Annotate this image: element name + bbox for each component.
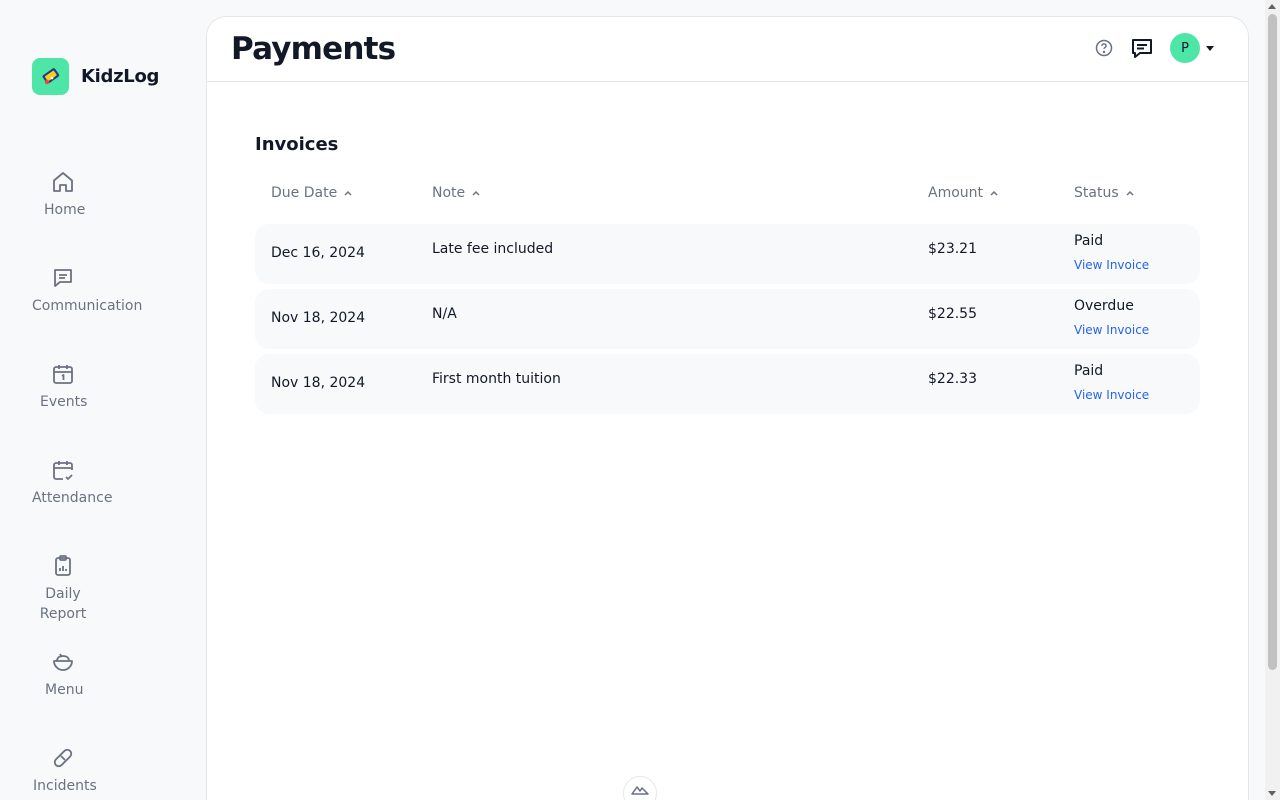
status-cell: Paid [1074,363,1104,379]
invoices-title: Invoices [255,134,339,155]
amount-cell: $22.55 [928,306,977,322]
sidebar-item-communication[interactable]: Communication [0,266,207,316]
column-label: Amount [928,185,984,201]
sidebar-item-home[interactable]: Home [0,170,207,220]
user-menu[interactable]: P [1170,33,1214,63]
page-header: Payments P [207,17,1248,82]
status-cell: Overdue [1074,298,1134,314]
due-date-cell: Dec 16, 2024 [271,245,365,261]
scroll-thumb[interactable] [1268,14,1277,670]
chevron-up-icon [1126,190,1134,196]
amount-cell: $23.21 [928,241,977,257]
sidebar-item-menu[interactable]: Menu [0,650,207,700]
view-invoice-link[interactable]: View Invoice [1074,323,1149,337]
column-header-note[interactable]: Note [432,185,481,201]
column-label: Status [1074,185,1119,201]
clipboard-report-icon [55,555,71,576]
chevron-up-icon [472,190,480,196]
due-date-cell: Nov 18, 2024 [271,375,366,391]
mountain-logo-icon [631,786,649,795]
column-label: Note [432,185,466,201]
sidebar-item-events[interactable]: Events [0,362,207,412]
sidebar-item-label: Daily Report [39,586,87,622]
scroll-down-arrow-icon[interactable] [1268,791,1276,796]
sidebar-item-label: Home [44,202,86,218]
column-header-status[interactable]: Status [1074,185,1135,201]
amount-cell: $22.33 [928,371,977,387]
scrollbar[interactable] [1265,0,1280,800]
column-label: Due Date [271,185,338,201]
avatar: P [1170,33,1200,63]
sidebar-item-daily-report[interactable]: Daily Report [0,554,207,624]
sidebar-item-label: Events [40,394,88,410]
table-row: Nov 18, 2024 N/A $22.55 Overdue View Inv… [255,289,1200,349]
help-icon[interactable] [1094,38,1114,58]
kidzlog-logo-icon [32,58,69,95]
invoices-table-header: Due Date Note Amount Status [255,185,1200,205]
view-invoice-link[interactable]: View Invoice [1074,258,1149,272]
table-row: Dec 16, 2024 Late fee included $23.21 Pa… [255,224,1200,284]
page-title: Payments [231,31,396,67]
brand-name: KidzLog [81,66,160,87]
bowl-icon [53,653,73,671]
view-invoice-link[interactable]: View Invoice [1074,388,1149,402]
brand[interactable]: KidzLog [32,58,159,95]
message-icon [54,269,72,287]
note-cell: N/A [432,306,457,322]
main-panel: Payments P Invoices Due Date Note Amount [206,16,1249,800]
chevron-up-icon [990,190,998,196]
home-icon [53,172,73,192]
column-header-amount[interactable]: Amount [928,185,999,201]
sidebar-item-label: Menu [45,682,84,698]
sidebar-item-incidents[interactable]: Incidents [0,746,207,796]
sidebar: KidzLog Home Communication Events Attend… [0,0,207,800]
sidebar-item-attendance[interactable]: Attendance [0,458,207,508]
column-header-due-date[interactable]: Due Date [271,185,353,201]
status-cell: Paid [1074,233,1104,249]
table-row: Nov 18, 2024 First month tuition $22.33 … [255,354,1200,414]
header-actions: P [1094,33,1214,63]
chat-icon[interactable] [1130,36,1154,60]
sidebar-item-label: Communication [32,298,143,314]
calendar-check-icon [53,461,73,480]
calendar-icon [53,365,73,384]
note-cell: Late fee included [432,241,554,257]
sidebar-item-label: Attendance [32,490,113,506]
note-cell: First month tuition [432,371,561,387]
due-date-cell: Nov 18, 2024 [271,310,366,326]
bandage-icon [53,748,73,768]
scroll-up-arrow-icon[interactable] [1268,4,1276,9]
chevron-down-icon [1206,45,1214,51]
sidebar-item-label: Incidents [33,778,97,794]
chevron-up-icon [344,190,352,196]
